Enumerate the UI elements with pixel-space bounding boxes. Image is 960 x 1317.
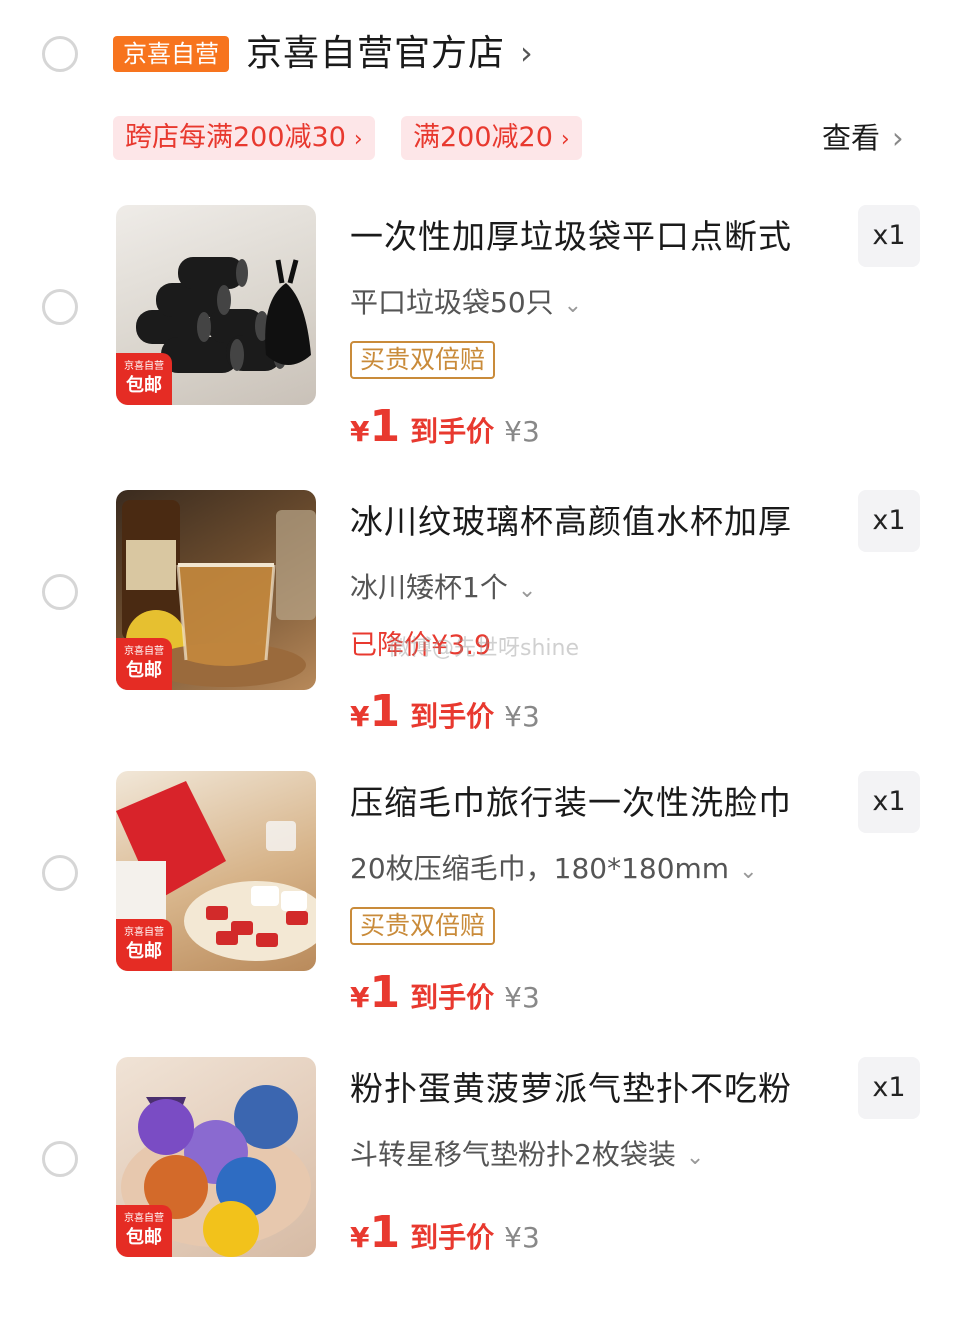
chevron-down-icon: ⌄	[563, 293, 583, 318]
item-select-radio[interactable]	[42, 574, 78, 610]
store-name-link[interactable]: 京喜自营官方店	[246, 30, 505, 78]
cart-item: 京喜自营 包邮 一次性加厚垃圾袋平口点断式 x1 平口垃圾袋50只 ⌄ 买贵双倍赔…	[0, 205, 960, 465]
final-price-label: 到手价	[410, 415, 495, 448]
spec-selector[interactable]: 20枚压缩毛巾，180*180mm ⌄	[350, 849, 758, 892]
item-title[interactable]: 一次性加厚垃圾袋平口点断式	[350, 215, 792, 259]
final-price-label: 到手价	[410, 1221, 495, 1254]
store-select-radio[interactable]	[42, 36, 78, 72]
tag-line2: 包邮	[126, 941, 162, 962]
tag-line1: 京喜自营	[124, 361, 164, 372]
store-badge: 京喜自营	[113, 36, 229, 72]
original-price: ¥3	[504, 981, 540, 1014]
spec-label: 平口垃圾袋50只	[350, 286, 554, 319]
final-price-label: 到手价	[410, 700, 495, 733]
chevron-right-icon: ›	[353, 127, 363, 152]
tag-line1: 京喜自营	[124, 646, 164, 657]
product-image[interactable]: 京喜自营 包邮	[116, 771, 316, 971]
original-price: ¥3	[504, 700, 540, 733]
promo-label: 满200减20	[413, 122, 553, 153]
cart-item: 京喜自营 包邮 粉扑蛋黄菠萝派气垫扑不吃粉 x1 斗转星移气垫粉扑2枚袋装 ⌄ ¥…	[0, 1057, 960, 1317]
tag-line1: 京喜自营	[124, 927, 164, 938]
spec-selector[interactable]: 平口垃圾袋50只 ⌄	[350, 283, 582, 326]
tag-line2: 包邮	[126, 1227, 162, 1248]
item-title[interactable]: 冰川纹玻璃杯高颜值水杯加厚	[350, 500, 792, 544]
item-select-radio[interactable]	[42, 855, 78, 891]
chevron-right-icon[interactable]: ›	[520, 34, 533, 72]
quantity-stepper[interactable]: x1	[858, 1057, 920, 1119]
item-title[interactable]: 压缩毛巾旅行装一次性洗脸巾	[350, 781, 792, 825]
spec-selector[interactable]: 斗转星移气垫粉扑2枚袋装 ⌄	[350, 1135, 704, 1178]
cart-item: 京喜自营 包邮 压缩毛巾旅行装一次性洗脸巾 x1 20枚压缩毛巾，180*180…	[0, 771, 960, 1031]
item-select-radio[interactable]	[42, 289, 78, 325]
price-guarantee-badge: 买贵双倍赔	[350, 341, 496, 379]
chevron-right-icon: ›	[892, 121, 904, 155]
product-image[interactable]: 京喜自营 包邮	[116, 205, 316, 405]
currency-symbol: ¥	[350, 1221, 370, 1254]
chevron-right-icon: ›	[560, 127, 570, 152]
quantity-stepper[interactable]: x1	[858, 490, 920, 552]
spec-selector[interactable]: 冰川矮杯1个 ⌄	[350, 568, 536, 611]
final-price: 1	[369, 1207, 401, 1258]
chevron-down-icon: ⌄	[685, 1145, 705, 1170]
tag-line2: 包邮	[126, 660, 162, 681]
quantity-stepper[interactable]: x1	[858, 771, 920, 833]
chevron-down-icon: ⌄	[739, 859, 758, 884]
product-image[interactable]: 京喜自营 包邮	[116, 490, 316, 690]
currency-symbol: ¥	[350, 981, 370, 1014]
final-price: 1	[369, 686, 401, 737]
original-price: ¥3	[504, 415, 540, 448]
cart-item: 京喜自营 包邮 冰川纹玻璃杯高颜值水杯加厚 x1 冰川矮杯1个 ⌄ 已降价¥3.9…	[0, 490, 960, 750]
spec-label: 20枚压缩毛巾，180*180mm	[350, 852, 730, 885]
product-image[interactable]: 京喜自营 包邮	[116, 1057, 316, 1257]
spec-label: 斗转星移气垫粉扑2枚袋装	[350, 1138, 676, 1171]
price-row: ¥1 到手价 ¥3	[350, 401, 540, 452]
tag-line1: 京喜自营	[124, 1213, 164, 1224]
final-price-label: 到手价	[410, 981, 495, 1014]
tag-line2: 包邮	[126, 375, 162, 396]
price-row: ¥1 到手价 ¥3	[350, 1207, 540, 1258]
item-title[interactable]: 粉扑蛋黄菠萝派气垫扑不吃粉	[350, 1067, 792, 1111]
promo-label: 跨店每满200减30	[125, 122, 346, 153]
promo-store-discount[interactable]: 满200减20 ›	[401, 116, 582, 160]
free-shipping-tag: 京喜自营 包邮	[116, 353, 172, 405]
free-shipping-tag: 京喜自营 包邮	[116, 919, 172, 971]
final-price: 1	[369, 967, 401, 1018]
price-guarantee-badge: 买贵双倍赔	[350, 907, 496, 945]
item-select-radio[interactable]	[42, 1141, 78, 1177]
free-shipping-tag: 京喜自营 包邮	[116, 638, 172, 690]
currency-symbol: ¥	[350, 415, 370, 448]
original-price: ¥3	[504, 1221, 540, 1254]
chevron-down-icon: ⌄	[517, 578, 537, 603]
free-shipping-tag: 京喜自营 包邮	[116, 1205, 172, 1257]
quantity-stepper[interactable]: x1	[858, 205, 920, 267]
price-row: ¥1 到手价 ¥3	[350, 686, 540, 737]
final-price: 1	[369, 401, 401, 452]
spec-label: 冰川矮杯1个	[350, 571, 508, 604]
price-row: ¥1 到手价 ¥3	[350, 967, 540, 1018]
currency-symbol: ¥	[350, 700, 370, 733]
watermark: 微博@先世呀shine	[388, 636, 579, 661]
view-more-button[interactable]: 查看 ›	[822, 118, 904, 158]
promo-cross-store[interactable]: 跨店每满200减30 ›	[113, 116, 375, 160]
view-more-label: 查看	[822, 121, 881, 155]
